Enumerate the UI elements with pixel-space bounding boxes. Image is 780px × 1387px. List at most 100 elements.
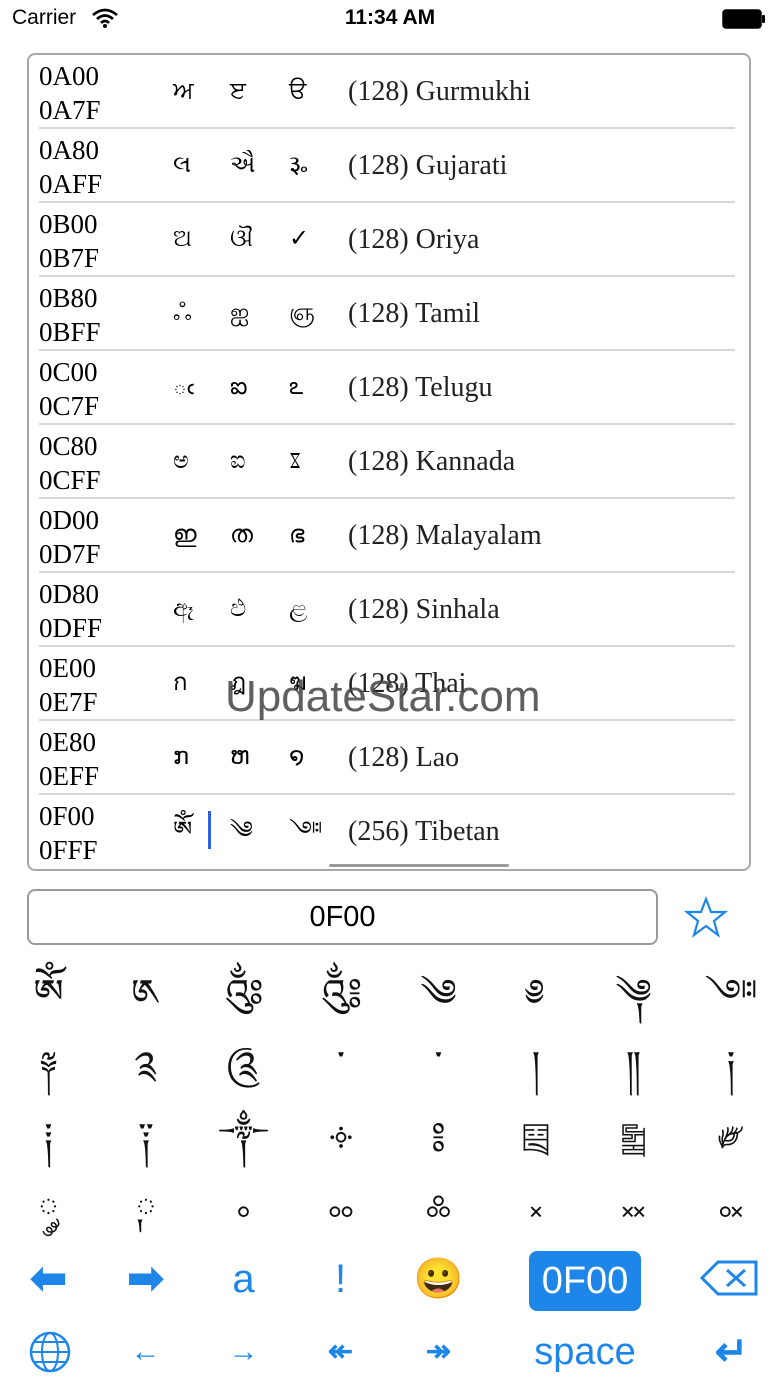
character-cell[interactable]: ༝ [488,1174,585,1244]
character-cell[interactable]: ༞ [585,1174,682,1244]
character-cell[interactable]: ༐ [0,1102,97,1172]
sample-glyph: ✓ [289,224,310,252]
block-range: 0D80 0DFF [39,577,102,645]
symbols-key[interactable]: ! [292,1244,389,1314]
code-key[interactable]: 0F00 [529,1251,641,1311]
range-start: 0D80 [39,579,99,609]
character-cell[interactable]: ༉ [98,1030,195,1100]
letters-key[interactable]: a [195,1244,292,1314]
block-name: (128) Gurmukhi [348,76,531,107]
block-row[interactable]: 0F00 0FFF ༀ ༄ ༇ (256) Tibetan [39,795,743,869]
sample-glyph: ಅ [173,446,189,474]
range-start: 0E00 [39,653,96,683]
word-right-key[interactable]: ↠ [390,1317,487,1387]
word-left-key[interactable]: ↞ [292,1317,389,1387]
globe-icon[interactable] [28,1330,72,1374]
block-range: 0C80 0CFF [39,429,101,497]
character-cell[interactable]: ༓ [293,1102,390,1172]
character-cell[interactable]: ༚ [195,1174,292,1244]
next-block-key[interactable]: ➡ [97,1244,194,1314]
character-cell[interactable]: ༗ [683,1102,780,1172]
code-search-input[interactable]: 0F00 [27,889,658,945]
cursor-left-key[interactable]: ← [97,1317,194,1387]
selection-cursor [208,811,211,849]
delete-icon[interactable] [700,1260,760,1296]
block-range: 0B80 0BFF [39,281,101,349]
sample-glyph: ஞ [289,298,315,326]
block-row[interactable]: 0C00 0C7Fఁ ఐ ఽ (128) Telugu [39,351,743,425]
character-cell[interactable]: ༔ [390,1102,487,1172]
star-icon[interactable] [684,895,728,939]
cursor-right-key[interactable]: → [195,1317,292,1387]
character-cell[interactable]: ༑ [98,1102,195,1172]
block-row[interactable]: 0E80 0EFF ກ ຫ ໑ (128) Lao [39,721,743,795]
status-bar: Carrier 11:34 AM [0,0,780,40]
character-cell[interactable]: ༕ [488,1102,585,1172]
prev-block-key[interactable]: ⬅ [0,1244,97,1314]
character-cell[interactable]: ༂ [195,958,292,1028]
sample-glyph: ஃ [173,298,192,326]
block-row[interactable]: 0D80 0DFF ඈ ඵ ළ (128) Sinhala [39,573,743,647]
block-row[interactable]: 0C80 0CFF ಅ ಐ ೱ (128) Kannada [39,425,743,499]
character-cell[interactable]: ༅ [488,958,585,1028]
block-row[interactable]: 0B80 0BFF ஃ ஐ ஞ (128) Tamil [39,277,743,351]
sample-glyph: ༄ [230,816,253,844]
scrollbar[interactable] [329,864,509,867]
range-start: 0C80 [39,431,98,461]
watermark: UpdateStar.com [225,672,541,721]
block-row[interactable]: 0A80 0AFF લ ઐ ૱ (128) Gujarati [39,129,743,203]
block-range: 0C00 0C7F [39,355,99,423]
block-row[interactable]: 0D00 0D7F ഇ ത ഭ (128) Malayalam [39,499,743,573]
range-end: 0EFF [39,761,100,791]
range-start: 0C00 [39,357,98,387]
character-cell[interactable]: ༈ [0,1030,97,1100]
character-cell[interactable]: ༌ [390,1030,487,1100]
block-row[interactable]: 0B00 0B7F ଅ ଔ ✓ (128) Oriya [39,203,743,277]
sample-glyph: ത [230,520,253,548]
space-key[interactable]: space [520,1317,650,1387]
sample-glyph: ༀ [173,816,193,844]
character-cell[interactable]: ༁ [98,958,195,1028]
character-cell[interactable]: ༜ [390,1174,487,1244]
character-cell[interactable]: ༎ [585,1030,682,1100]
block-range: 0D00 0D7F [39,503,101,571]
character-cell[interactable]: ༒ [195,1102,292,1172]
character-cell[interactable]: ༖ [585,1102,682,1172]
block-range: 0A80 0AFF [39,133,102,201]
block-name: (128) Sinhala [348,594,500,625]
character-cell[interactable]: ༙ [98,1174,195,1244]
sample-glyph: ఁ [173,372,195,400]
range-end: 0C7F [39,391,100,421]
character-cell[interactable]: ༘ [0,1174,97,1244]
character-cell[interactable]: ༆ [585,958,682,1028]
custom-keyboard: ⬅ ➡ a ! 😀 0F00 ← → ↞ ↠ space ↵ [0,1244,780,1387]
emoji-key[interactable]: 😀 [390,1244,487,1314]
unicode-block-table[interactable]: 0A00 0A7F ਅ ੲ ੳ (128) Gurmukhi 0A80 0AFF લ ઐ ૱ (128… [27,53,751,871]
sample-glyph: ଔ [230,224,254,252]
character-cell[interactable]: ༛ [293,1174,390,1244]
range-end: 0A7F [39,95,101,125]
block-row[interactable]: 0A00 0A7F ਅ ੲ ੳ (128) Gurmukhi [39,55,743,129]
sample-glyph: ก [173,668,188,696]
character-cell[interactable]: ༊ [195,1030,292,1100]
range-end: 0DFF [39,613,103,643]
range-end: 0D7F [39,539,101,569]
block-name: (128) Lao [348,742,460,773]
character-cell[interactable]: ༟ [683,1174,780,1244]
block-name: (128) Tamil [348,298,481,329]
sample-glyph: ඵ [230,594,247,622]
status-time: 11:34 AM [344,6,436,29]
character-cell[interactable]: ༇ [683,958,780,1028]
character-cell[interactable]: ༄ [390,958,487,1028]
character-cell[interactable]: ༃ [293,958,390,1028]
character-cell[interactable]: ༏ [683,1030,780,1100]
character-cell[interactable]: ༀ [0,958,97,1028]
character-cell[interactable]: ། [488,1030,585,1100]
return-key[interactable]: ↵ [683,1317,780,1387]
character-cell[interactable]: ་ [293,1030,390,1100]
sample-glyph: ఽ [289,372,304,400]
block-range: 0A00 0A7F [39,59,101,127]
sample-glyph: લ [173,150,192,178]
range-start: 0B80 [39,283,98,313]
sample-glyph: ༇ [289,816,323,844]
